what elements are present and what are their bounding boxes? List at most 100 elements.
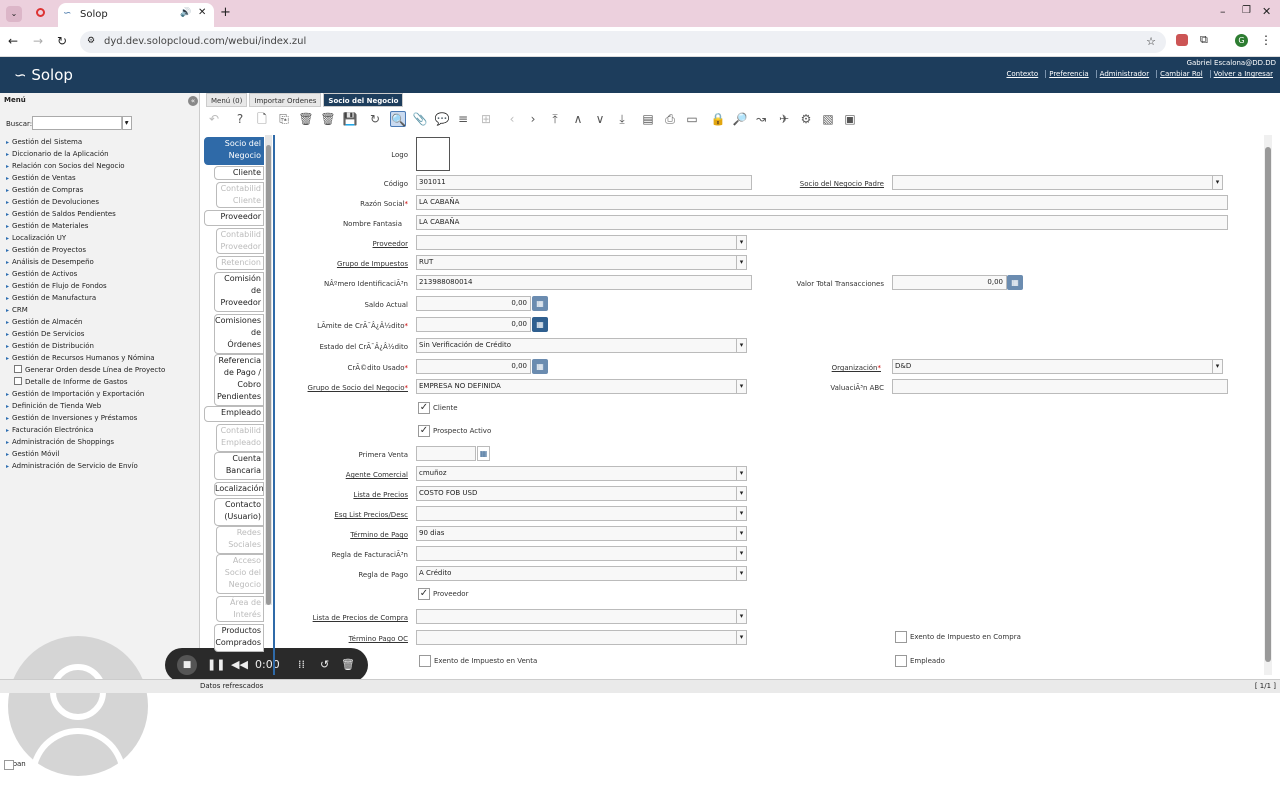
menu-folder-item[interactable]: ▸ Gestión de Recursos Humanos y Nómina (6, 352, 196, 364)
reload-icon[interactable]: ↻ (57, 34, 67, 48)
workflow-icon[interactable]: ↝ (753, 111, 769, 127)
menu-folder-item[interactable]: ▸ Gestión Móvil (6, 448, 196, 460)
new-record-icon[interactable]: 🗋 (254, 111, 270, 127)
delete-record-icon[interactable]: 🗑 (298, 111, 314, 127)
regla-facturacion-select[interactable] (416, 546, 747, 561)
archive-icon[interactable]: ▭ (684, 111, 700, 127)
link-volver-ingresar[interactable]: Volver a Ingresar (1209, 70, 1276, 78)
parent-record-icon[interactable]: ⊞ (478, 111, 494, 127)
menu-folder-item[interactable]: ▸ Gestión de Ventas (6, 172, 196, 184)
menu-folder-item[interactable]: ▸ Gestión de Materiales (6, 220, 196, 232)
proveedor-checkbox[interactable]: ✓ Proveedor (418, 588, 468, 600)
side-tab[interactable]: Localización (214, 482, 264, 496)
browser-menu-icon[interactable]: ⋮ (1260, 33, 1272, 47)
termino-oc-select[interactable] (416, 630, 747, 645)
exento-compra-checkbox[interactable]: Exento de Impuesto en Compra (895, 631, 1021, 643)
termino-pago-select[interactable]: 90 dias (416, 526, 747, 541)
side-tab[interactable]: Comisiones de Órdenes (214, 314, 264, 354)
close-window-icon[interactable]: ✕ (1262, 5, 1271, 18)
side-tab[interactable]: Empleado (204, 406, 264, 422)
menu-folder-item[interactable]: ▸ Gestión De Servicios (6, 328, 196, 340)
profile-avatar-icon[interactable]: G (1235, 34, 1248, 47)
chevron-down-icon[interactable]: ▾ (121, 117, 131, 130)
collapse-panel-icon[interactable]: « (188, 96, 198, 106)
logo-image-field[interactable] (416, 137, 450, 171)
estado-credito-select[interactable]: Sin Verificación de Crédito (416, 338, 747, 353)
previous-record-icon[interactable]: ‹ (504, 111, 520, 127)
side-tab[interactable]: Comisión de Proveedor (214, 272, 264, 312)
exento-venta-checkbox[interactable]: Exento de Impuesto en Venta (419, 655, 537, 667)
menu-folder-item[interactable]: ▸ Gestión de Compras (6, 184, 196, 196)
menu-folder-item[interactable]: ▸ Gestión de Saldos Pendientes (6, 208, 196, 220)
fantasia-field[interactable]: LA CABAÑA (416, 215, 1228, 230)
menu-folder-item[interactable]: ▸ Análisis de Desempeño (6, 256, 196, 268)
side-tab[interactable]: Proveedor (204, 210, 264, 226)
detail-tabs-scrollbar[interactable] (265, 135, 272, 605)
calculator-icon[interactable]: ▦ (532, 296, 548, 311)
menu-search-input[interactable]: ▾ (32, 116, 132, 130)
link-contexto[interactable]: Contexto (1004, 70, 1042, 78)
padre-select[interactable] (892, 175, 1223, 190)
bookmark-star-icon[interactable]: ☆ (1146, 35, 1156, 48)
prospecto-checkbox[interactable]: ✓ Prospecto Activo (418, 425, 491, 437)
menu-folder-item[interactable]: ▸ Gestión de Flujo de Fondos (6, 280, 196, 292)
send-request-icon[interactable]: ✈ (776, 111, 792, 127)
empleado-checkbox[interactable]: Empleado (895, 655, 945, 667)
organizacion-select[interactable]: D&D (892, 359, 1223, 374)
customize-icon[interactable]: ▣ (842, 111, 858, 127)
tab-importar-ordenes[interactable]: Importar Ordenes (249, 93, 322, 107)
grupo-socio-select[interactable]: EMPRESA NO DEFINIDA (416, 379, 747, 394)
chat-icon[interactable]: 💬 (434, 111, 450, 127)
menu-folder-item[interactable]: ▸ Gestión de Distribución (6, 340, 196, 352)
browser-tab[interactable]: ∽ Solop 🔊 ✕ (58, 3, 214, 27)
extension-icon[interactable] (1176, 34, 1188, 46)
menu-folder-item[interactable]: ▸ Administración de Servicio de Envío (6, 460, 196, 472)
menu-folder-item[interactable]: ▸ Administración de Shoppings (6, 436, 196, 448)
proveedor-select[interactable] (416, 235, 747, 250)
zoom-across-icon[interactable]: 🔎 (732, 111, 748, 127)
refresh-icon[interactable]: ↻ (367, 111, 383, 127)
stop-icon[interactable]: ■ (177, 655, 197, 675)
limite-field[interactable]: 0,00 (416, 317, 531, 332)
esq-list-select[interactable] (416, 506, 747, 521)
find-icon[interactable]: 🔍 (390, 111, 406, 127)
product-info-icon[interactable]: ⚙ (798, 111, 814, 127)
menu-folder-item[interactable]: ▸ Gestión de Proyectos (6, 244, 196, 256)
last-record-icon[interactable]: ⤓ (614, 111, 630, 127)
delete-selection-icon[interactable]: 🗑 (320, 111, 336, 127)
side-tab[interactable]: Productos Comprados (214, 624, 264, 652)
numero-field[interactable]: 213988080014 (416, 275, 752, 290)
expand-toggle[interactable]: Expan (4, 760, 26, 770)
menu-folder-item[interactable]: ▸ Gestión de Devoluciones (6, 196, 196, 208)
link-cambiar-rol[interactable]: Cambiar Rol (1156, 70, 1206, 78)
menu-leaf-item[interactable]: Detalle de Informe de Gastos (6, 376, 196, 388)
menu-folder-item[interactable]: ▸ Facturación Electrónica (6, 424, 196, 436)
rewind-icon[interactable]: ◀◀ (231, 658, 248, 671)
menu-folder-item[interactable]: ▸ Definición de Tienda Web (6, 400, 196, 412)
grid-toggle-icon[interactable]: ≡ (455, 111, 471, 127)
report-icon[interactable]: ▤ (640, 111, 656, 127)
lock-icon[interactable]: 🔒 (710, 111, 726, 127)
cliente-checkbox[interactable]: ✓ Cliente (418, 402, 458, 414)
menu-folder-item[interactable]: ▸ Gestión del Sistema (6, 136, 196, 148)
agente-select[interactable]: cmuñoz (416, 466, 747, 481)
menu-leaf-item[interactable]: Generar Orden desde Línea de Proyecto (6, 364, 196, 376)
tab-socio-negocio[interactable]: Socio del Negocio (323, 93, 404, 107)
menu-folder-item[interactable]: ▸ Gestión de Inversiones y Préstamos (6, 412, 196, 424)
grupo-impuestos-select[interactable]: RUT (416, 255, 747, 270)
restore-icon[interactable]: ❐ (1242, 5, 1251, 16)
side-tab[interactable]: Referencia de Pago / Cobro Pendientes (214, 354, 264, 406)
codigo-field[interactable]: 301011 (416, 175, 752, 190)
menu-folder-item[interactable]: ▸ Localización UY (6, 232, 196, 244)
up-record-icon[interactable]: ∧ (570, 111, 586, 127)
link-preferencia[interactable]: Preferencia (1045, 70, 1091, 78)
url-field[interactable]: ⚙ dyd.dev.solopcloud.com/webui/index.zul… (80, 31, 1166, 53)
copy-record-icon[interactable]: ⎘ (276, 111, 292, 127)
attachment-icon[interactable]: 📎 (412, 111, 428, 127)
menu-folder-item[interactable]: ▸ Diccionario de la Aplicación (6, 148, 196, 160)
side-tab[interactable]: Contacto (Usuario) (214, 498, 264, 526)
link-administrador[interactable]: Administrador (1095, 70, 1152, 78)
forward-icon[interactable]: → (33, 34, 43, 48)
undo-icon[interactable]: ↶ (206, 111, 222, 127)
side-tab[interactable]: Cuenta Bancaria (214, 452, 264, 480)
